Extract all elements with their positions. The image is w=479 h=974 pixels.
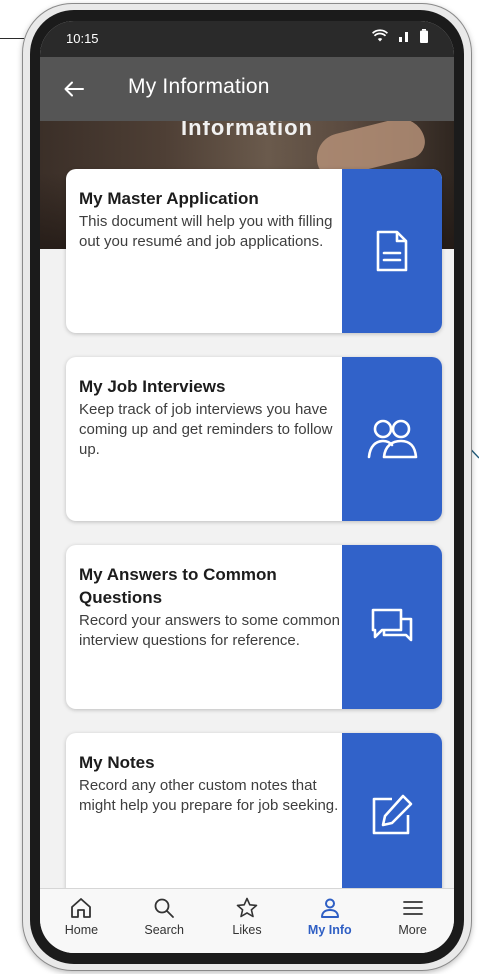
card-description: Record your answers to some common inter… bbox=[79, 612, 340, 649]
people-icon bbox=[367, 419, 418, 459]
star-icon bbox=[236, 897, 258, 918]
tab-likes[interactable]: Likes bbox=[206, 889, 289, 953]
card-answers-common-questions[interactable]: My Answers to Common Questions Record yo… bbox=[66, 545, 442, 709]
tab-label: Home bbox=[64, 923, 99, 937]
card-title: My Notes bbox=[79, 753, 155, 772]
card-text: My Master Application This document will… bbox=[79, 187, 341, 252]
search-icon bbox=[154, 898, 175, 918]
back-button[interactable] bbox=[58, 73, 90, 105]
card-icon-panel bbox=[342, 545, 442, 709]
card-job-interviews[interactable]: My Job Interviews Keep track of job inte… bbox=[66, 357, 442, 521]
card-title: My Answers to Common Questions bbox=[79, 565, 277, 607]
status-icons bbox=[372, 29, 428, 43]
edit-note-icon bbox=[372, 794, 413, 835]
card-master-application[interactable]: My Master Application This document will… bbox=[66, 169, 442, 333]
page-title: My Information bbox=[128, 75, 270, 98]
phone-bezel: 10:15 My Information Information My Mast… bbox=[30, 10, 464, 964]
card-title: My Master Application bbox=[79, 189, 259, 208]
home-icon bbox=[71, 898, 92, 918]
back-arrow-icon bbox=[64, 81, 84, 97]
card-title: My Job Interviews bbox=[79, 377, 226, 396]
card-text: My Notes Record any other custom notes t… bbox=[79, 751, 341, 816]
card-icon-panel bbox=[342, 357, 442, 521]
card-icon-panel bbox=[342, 169, 442, 333]
menu-icon bbox=[402, 901, 423, 915]
phone-screen: 10:15 My Information Information My Mast… bbox=[40, 21, 454, 953]
card-icon-panel bbox=[342, 733, 442, 897]
tab-label: My Info bbox=[307, 923, 352, 937]
battery-icon bbox=[420, 29, 428, 43]
phone-frame: 10:15 My Information Information My Mast… bbox=[22, 3, 472, 971]
tab-label: Likes bbox=[232, 923, 262, 937]
status-bar: 10:15 bbox=[40, 21, 454, 57]
tab-label: More bbox=[398, 923, 427, 937]
tab-search[interactable]: Search bbox=[123, 889, 206, 953]
card-notes[interactable]: My Notes Record any other custom notes t… bbox=[66, 733, 442, 897]
card-description: This document will help you with filling… bbox=[79, 213, 333, 250]
card-text: My Answers to Common Questions Record yo… bbox=[79, 563, 341, 651]
tab-home[interactable]: Home bbox=[40, 889, 123, 953]
card-description: Record any other custom notes that might… bbox=[79, 777, 339, 814]
chat-bubbles-icon bbox=[371, 608, 413, 642]
card-text: My Job Interviews Keep track of job inte… bbox=[79, 375, 341, 460]
document-icon bbox=[376, 230, 408, 272]
tab-my-info[interactable]: My Info bbox=[288, 889, 371, 953]
app-bar: My Information bbox=[40, 57, 454, 121]
card-description: Keep track of job interviews you have co… bbox=[79, 401, 333, 458]
status-time: 10:15 bbox=[66, 31, 99, 46]
tab-label: Search bbox=[144, 923, 184, 937]
signal-icon bbox=[397, 30, 411, 42]
person-icon bbox=[320, 898, 339, 918]
bottom-tab-bar: Home Search Likes My Info More bbox=[40, 888, 454, 953]
wifi-icon bbox=[372, 29, 388, 43]
tab-more[interactable]: More bbox=[371, 889, 454, 953]
